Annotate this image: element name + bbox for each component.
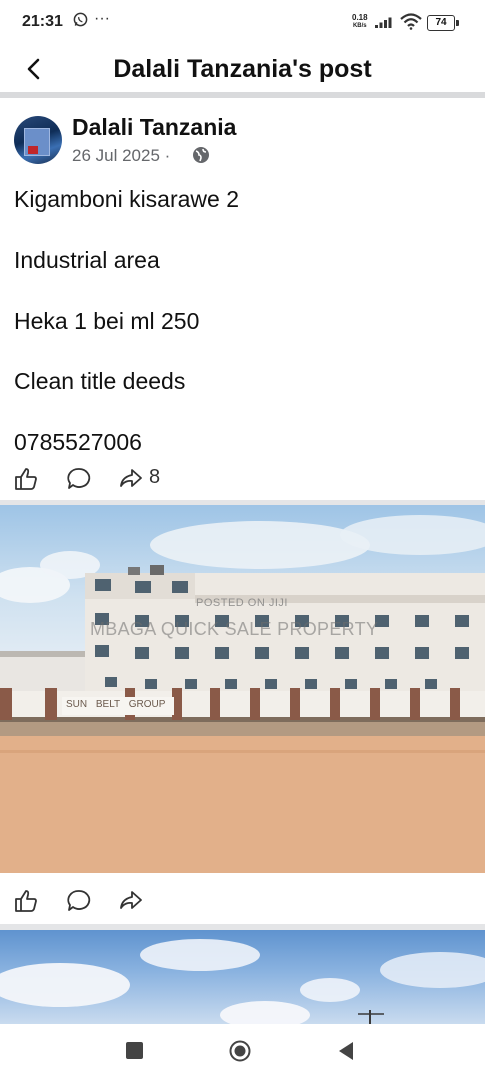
like-icon[interactable] [13, 888, 39, 914]
photo-actions [0, 884, 485, 918]
post-line: Industrial area [14, 247, 160, 273]
like-icon[interactable] [13, 466, 39, 492]
comment-icon[interactable] [66, 466, 92, 492]
network-speed-value: 0.18 [352, 13, 368, 22]
page-title: Dalali Tanzania's post [113, 55, 372, 83]
post-header-bar: Dalali Tanzania's post [0, 46, 485, 92]
post-photo[interactable] [0, 930, 485, 1024]
watermark: MBAGA QUICK SALE PROPERTY [90, 619, 379, 639]
home-icon[interactable] [229, 1040, 251, 1062]
post-phone-number[interactable]: 0785527006 [14, 429, 142, 456]
avatar[interactable] [14, 116, 62, 164]
recent-apps-icon[interactable] [126, 1042, 143, 1059]
back-icon[interactable] [337, 1041, 355, 1061]
network-speed-unit: KB/s [352, 23, 367, 29]
network-speed: 0.18 KB/s [352, 14, 368, 30]
signal-icon [375, 17, 392, 28]
post-photo[interactable]: POSTED ON JIJI MBAGA QUICK SALE PROPERTY… [0, 505, 485, 873]
building-photo [0, 515, 485, 873]
navigation-bar [0, 1024, 485, 1080]
post-line: Heka 1 bei ml 250 [14, 308, 200, 334]
battery-indicator: 74 [427, 15, 459, 31]
share-count: 8 [149, 466, 161, 488]
header-divider [0, 92, 485, 98]
post-line: Kigamboni kisarawe 2 [14, 186, 240, 212]
post-actions: 8 [0, 462, 485, 496]
whatsapp-icon [73, 12, 88, 31]
wall-sign: SUN BELT GROUP [66, 699, 166, 710]
more-notifications: ··· [94, 10, 110, 27]
comment-icon[interactable] [66, 888, 92, 914]
post-line: Clean title deeds [14, 368, 186, 394]
sky-photo [0, 939, 485, 1024]
watermark-small: POSTED ON JIJI [196, 597, 288, 609]
post-date[interactable]: 26 Jul 2025 · [72, 146, 170, 166]
share-icon[interactable] [118, 466, 144, 492]
wifi-icon [400, 13, 422, 30]
status-time: 21:31 [22, 13, 63, 30]
status-bar: 21:31 ··· 0.18 KB/s 74 [0, 0, 485, 46]
author-name[interactable]: Dalali Tanzania [72, 114, 236, 141]
globe-icon [193, 147, 209, 163]
share-icon[interactable] [118, 888, 144, 914]
post-author-row: Dalali Tanzania 26 Jul 2025 · [0, 108, 485, 168]
